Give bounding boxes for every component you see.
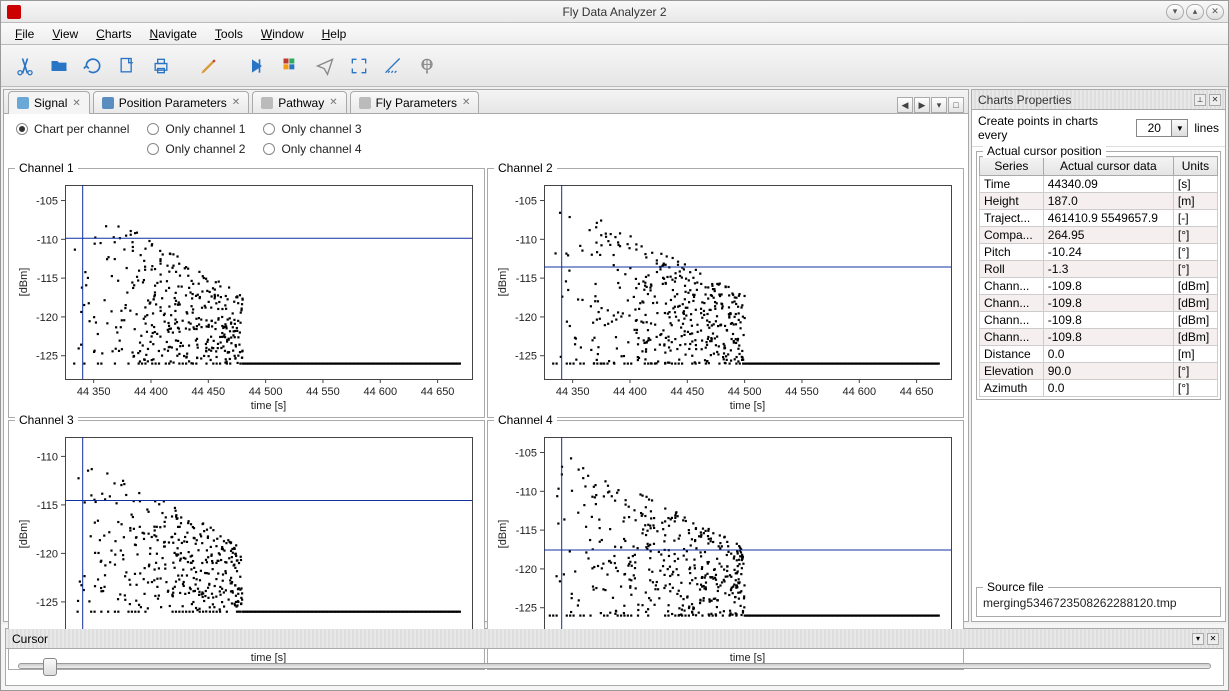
panel-min-icon[interactable]: ▾ <box>1192 633 1204 645</box>
charts-properties-panel: Charts Properties ⟂✕ Create points in ch… <box>971 89 1226 622</box>
chevron-down-icon[interactable]: ▼ <box>1171 120 1187 136</box>
toolbar-globe-icon[interactable] <box>413 52 441 80</box>
menu-file[interactable]: File <box>7 25 42 43</box>
tab-label: Signal <box>34 96 67 110</box>
slider-thumb[interactable] <box>43 658 57 676</box>
toolbar-fit-icon[interactable] <box>345 52 373 80</box>
radio-chart-per-channel[interactable]: Chart per channel <box>16 122 129 136</box>
fly-icon <box>359 97 371 109</box>
position-icon <box>102 97 114 109</box>
menu-charts[interactable]: Charts <box>88 25 139 43</box>
tabnav-next-icon[interactable]: ▶ <box>914 97 930 113</box>
tab-label: Fly Parameters <box>376 96 457 110</box>
table-row: Roll-1.3[°] <box>980 261 1218 278</box>
table-row: Traject...461410.9 5549657.9[-] <box>980 210 1218 227</box>
tab-close-icon[interactable]: ✕ <box>72 98 80 109</box>
window-title: Fly Data Analyzer 2 <box>562 5 666 19</box>
table-row: Elevation90.0[°] <box>980 363 1218 380</box>
toolbar-cut-icon[interactable] <box>11 52 39 80</box>
toolbar-print-icon[interactable] <box>147 52 175 80</box>
points-suffix: lines <box>1194 121 1219 135</box>
source-file-box: Source file merging5346723508262288120.t… <box>976 587 1221 617</box>
tab-fly-parameters[interactable]: Fly Parameters ✕ <box>350 91 480 113</box>
toolbar-refresh-icon[interactable] <box>79 52 107 80</box>
table-row: Compa...264.95[°] <box>980 227 1218 244</box>
maximize-icon[interactable]: ▴ <box>1186 4 1204 20</box>
panel-close-icon[interactable]: ✕ <box>1207 633 1219 645</box>
radio-channel-1[interactable]: Only channel 1 <box>147 122 245 136</box>
source-file-name: merging5346723508262288120.tmp <box>983 596 1214 610</box>
menu-view[interactable]: View <box>44 25 86 43</box>
minimize-icon[interactable]: ▾ <box>1166 4 1184 20</box>
menu-navigate[interactable]: Navigate <box>142 25 205 43</box>
tabnav-prev-icon[interactable]: ◀ <box>897 97 913 113</box>
table-row: Distance0.0[m] <box>980 346 1218 363</box>
table-row: Time44340.09[s] <box>980 176 1218 193</box>
menu-help[interactable]: Help <box>314 25 355 43</box>
tabnav-max-icon[interactable]: □ <box>948 97 964 113</box>
points-label: Create points in charts every <box>978 114 1130 142</box>
chart-channel-1[interactable]: Channel 1 <box>8 168 485 418</box>
table-row: Chann...-109.8[dBm] <box>980 312 1218 329</box>
tabnav-dropdown-icon[interactable]: ▾ <box>931 97 947 113</box>
toolbar <box>1 45 1228 87</box>
window-titlebar: Fly Data Analyzer 2 ▾ ▴ ✕ <box>1 1 1228 23</box>
toolbar-measure-icon[interactable] <box>379 52 407 80</box>
menu-window[interactable]: Window <box>253 25 312 43</box>
toolbar-edit-icon[interactable] <box>195 52 223 80</box>
tab-signal[interactable]: Signal ✕ <box>8 91 90 114</box>
pathway-icon <box>261 97 273 109</box>
table-row: Height187.0[m] <box>980 193 1218 210</box>
menu-tools[interactable]: Tools <box>207 25 251 43</box>
radio-channel-3[interactable]: Only channel 3 <box>263 122 361 136</box>
cursor-slider[interactable] <box>18 663 1211 669</box>
panel-pin-icon[interactable]: ⟂ <box>1194 94 1206 106</box>
tab-close-icon[interactable]: ✕ <box>232 97 240 108</box>
table-row: Azimuth0.0[°] <box>980 380 1218 397</box>
radio-channel-2[interactable]: Only channel 2 <box>147 142 245 156</box>
cursor-data-table: SeriesActual cursor dataUnits Time44340.… <box>979 156 1218 397</box>
app-icon <box>7 5 21 19</box>
tab-close-icon[interactable]: ✕ <box>462 97 470 108</box>
panel-close-icon[interactable]: ✕ <box>1209 94 1221 106</box>
toolbar-grid-icon[interactable] <box>277 52 305 80</box>
channel-mode-radios: Chart per channel Only channel 1 Only ch… <box>4 114 968 164</box>
tab-label: Pathway <box>278 96 324 110</box>
chart-grid: Channel 1 Channel 2 Channel 3 Channel 4 <box>4 164 968 621</box>
table-row: Chann...-109.8[dBm] <box>980 329 1218 346</box>
signal-icon <box>17 97 29 109</box>
points-combo[interactable]: 20▼ <box>1136 119 1188 137</box>
tab-position-parameters[interactable]: Position Parameters ✕ <box>93 91 249 113</box>
toolbar-open-icon[interactable] <box>45 52 73 80</box>
table-row: Chann...-109.8[dBm] <box>980 278 1218 295</box>
panel-header: Charts Properties ⟂✕ <box>972 90 1225 110</box>
toolbar-send-icon[interactable] <box>311 52 339 80</box>
close-icon[interactable]: ✕ <box>1206 4 1224 20</box>
table-row: Pitch-10.24[°] <box>980 244 1218 261</box>
document-tabs: Signal ✕ Position Parameters ✕ Pathway ✕ Fl… <box>4 90 968 114</box>
toolbar-newdoc-icon[interactable] <box>113 52 141 80</box>
toolbar-play-icon[interactable] <box>243 52 271 80</box>
tab-close-icon[interactable]: ✕ <box>329 97 337 108</box>
menu-bar: File View Charts Navigate Tools Window H… <box>1 23 1228 45</box>
chart-channel-2[interactable]: Channel 2 <box>487 168 964 418</box>
table-row: Chann...-109.8[dBm] <box>980 295 1218 312</box>
radio-channel-4[interactable]: Only channel 4 <box>263 142 361 156</box>
tab-label: Position Parameters <box>119 96 227 110</box>
tab-pathway[interactable]: Pathway ✕ <box>252 91 346 113</box>
